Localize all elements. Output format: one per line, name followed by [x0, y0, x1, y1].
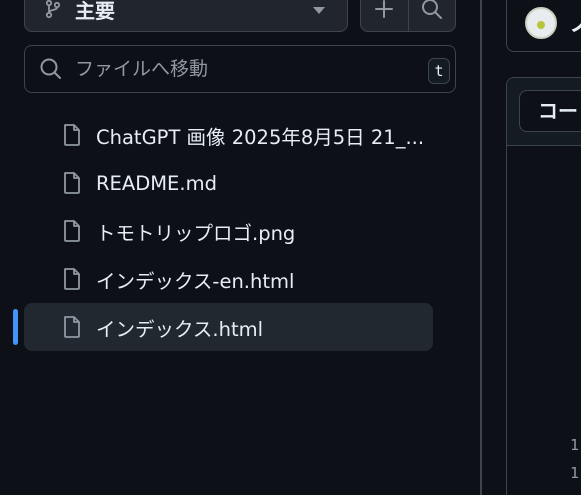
file-name: トモトリップロゴ.png [96, 221, 296, 245]
file-tree-item[interactable]: インデックス-en.html [24, 255, 433, 303]
plus-icon [375, 0, 394, 18]
file-tree-sidebar: 主要 t ChatGPT 画像 2025年8月5日 21_... README.m… [0, 0, 480, 495]
git-branch-icon [45, 0, 61, 19]
file-tree-item[interactable]: トモトリップロゴ.png [24, 207, 433, 255]
search-icon [421, 0, 442, 19]
file-tree-item[interactable]: ChatGPT 画像 2025年8月5日 21_... [24, 111, 433, 159]
go-to-file-search: t [24, 45, 456, 93]
search-files-button[interactable] [407, 0, 456, 31]
pane-divider[interactable] [480, 0, 482, 495]
line-number: 1 [570, 464, 580, 482]
active-item-indicator [13, 309, 18, 345]
code-toolbar: コー [507, 78, 581, 146]
branch-label: 主要 [75, 0, 115, 23]
file-tree-item[interactable]: インデックス.html [24, 303, 433, 351]
file-name: インデックス.html [96, 317, 264, 341]
file-name: README.md [96, 171, 217, 195]
file-name: ChatGPT 画像 2025年8月5日 21_... [96, 125, 425, 149]
add-file-button[interactable] [361, 0, 408, 31]
keyboard-shortcut-hint: t [428, 58, 450, 84]
file-name: インデックス-en.html [96, 269, 295, 293]
chevron-down-icon [313, 7, 325, 14]
file-icon [64, 316, 80, 338]
file-icon [64, 220, 80, 242]
file-tree: ChatGPT 画像 2025年8月5日 21_... README.md トモトリ… [24, 111, 433, 351]
repo-header: ノ [506, 0, 581, 52]
code-panel: コー [506, 77, 581, 495]
tab-code[interactable]: コー [519, 90, 581, 132]
go-to-file-input[interactable] [75, 58, 415, 80]
file-icon [64, 124, 80, 146]
tree-actions [360, 0, 456, 32]
file-tree-item[interactable]: README.md [24, 159, 433, 207]
branch-selector-button[interactable]: 主要 [24, 0, 348, 32]
search-icon [40, 58, 61, 79]
file-icon [64, 172, 80, 194]
file-icon [64, 268, 80, 290]
avatar[interactable] [525, 7, 557, 39]
line-number: 1 [570, 436, 580, 454]
repo-title[interactable]: ノ [569, 3, 581, 38]
